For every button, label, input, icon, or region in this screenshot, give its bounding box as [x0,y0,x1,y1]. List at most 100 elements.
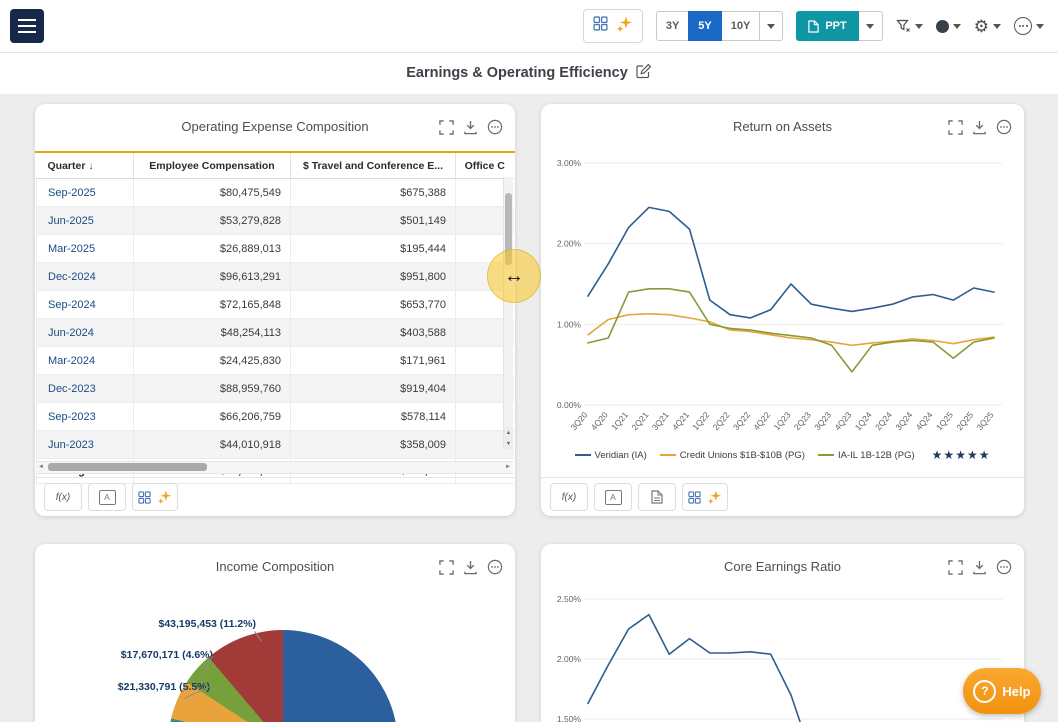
edit-title-button[interactable] [636,63,652,84]
line-chart-svg: 3.00% 2.00% 1.00% 0.00%3Q20 4Q20 1Q21 2Q21 3Q21… [557,158,1002,433]
chevron-down-icon [952,23,961,29]
table-cell: $53,279,828 [133,206,291,235]
scrollbar-thumb[interactable] [48,463,207,471]
theme-button[interactable] [935,19,961,33]
ai-sparkles-button[interactable] [616,16,633,37]
time-range-5y[interactable]: 5Y [688,11,722,41]
legend-item[interactable]: Veridian (IA) [574,450,647,461]
question-icon: ? [973,679,997,703]
expand-icon[interactable] [439,559,454,575]
table-row[interactable]: Sep-2025 $80,475,549 $675,388 [36,178,514,207]
x-tick-label: 1Q21 [609,410,630,433]
card-more-icon[interactable] [996,119,1012,135]
ai-tools-button[interactable] [682,483,728,511]
column-header-travel-conference[interactable]: $ Travel and Conference E... [290,153,456,179]
opex-table: Quarter ↓ Employee Compensation $ Travel … [36,153,514,484]
scroll-right-button[interactable]: ► [503,462,513,472]
download-icon[interactable] [463,120,478,135]
table-cell: $675,388 [290,178,456,207]
more-options-button[interactable] [1014,17,1044,35]
time-range-selector: 3Y 5Y 10Y [655,11,784,41]
time-range-10y[interactable]: 10Y [720,11,761,41]
table-cell: Dec-2024 [36,262,134,291]
card-more-icon[interactable] [487,119,503,135]
y-tick-label: 2.00% [557,654,582,664]
chevron-down-icon [866,23,875,29]
card-actions [439,119,503,135]
ai-tools-button[interactable] [132,483,178,511]
x-tick-label: 3Q22 [731,410,752,433]
y-tick-label: 2.50% [557,594,582,604]
settings-button[interactable]: ⚙ [974,18,1001,35]
roa-line-chart: 3.00% 2.00% 1.00% 0.00% 3Q20 4Q20 1Q21 2Q21 3Q21… [551,150,1014,450]
card-toolbar: f(x) A [541,477,1024,516]
download-icon[interactable] [972,560,987,575]
help-button[interactable]: ? Help [963,668,1041,714]
color-dot-icon [935,19,949,33]
y-tick-label: 1.50% [557,714,582,722]
table-row[interactable]: Mar-2024 $24,425,830 $171,961 [36,346,514,375]
table-row[interactable]: Jun-2024 $48,254,113 $403,588 [36,318,514,347]
formula-tool-button[interactable]: f(x) [44,483,82,511]
formula-tool-button[interactable]: f(x) [550,483,588,511]
table-cell: $48,254,113 [133,318,291,347]
top-toolbar: 3Y 5Y 10Y PPT ⚙ [0,0,1058,53]
expand-icon[interactable] [439,119,454,135]
export-caret-button[interactable] [858,11,883,41]
table-row[interactable]: Sep-2024 $72,165,848 $653,770 [36,290,514,319]
rating-stars: ★★★★★ [931,448,991,462]
card-more-icon[interactable] [487,559,503,575]
resize-cursor-icon: ↔ [504,264,524,287]
scroll-up-button[interactable]: ▲ [504,427,513,438]
report-tool-button[interactable] [638,483,676,511]
x-tick-label: 3Q25 [975,410,996,433]
scroll-down-button[interactable]: ▼ [504,438,513,449]
card-more-icon[interactable] [996,559,1012,575]
annotation-tool-button[interactable]: A [594,483,632,511]
table-cell: $171,961 [290,346,456,375]
menu-button[interactable] [10,9,44,43]
series-line [587,288,995,373]
chevron-down-icon [767,23,776,29]
y-tick-label: 0.00% [557,400,582,410]
table-cell: Jun-2023 [36,430,134,459]
legend-item[interactable]: Credit Unions $1B-$10B (PG) [659,450,805,461]
download-icon[interactable] [463,560,478,575]
ai-tools-group [582,9,643,43]
income-pie-chart [168,630,398,722]
export-ppt-button[interactable]: PPT [796,11,859,41]
card-actions [439,559,503,575]
table-cell: $195,444 [290,234,456,263]
column-header-employee-compensation[interactable]: Employee Compensation [133,153,291,179]
table-row[interactable]: Sep-2023 $66,206,759 $578,114 [36,402,514,431]
horizontal-scrollbar[interactable]: ◄ ► [36,461,513,474]
document-icon [808,19,820,33]
scroll-left-button[interactable]: ◄ [36,462,46,472]
series-line [587,613,801,722]
table-cell: Sep-2023 [36,402,134,431]
table-cell: $88,959,760 [133,374,291,403]
card-operating-expense-composition: Operating Expense Composition Quarter ↓ E… [35,104,515,516]
download-icon[interactable] [972,120,987,135]
x-tick-label: 2Q25 [954,410,975,433]
annotation-tool-button[interactable]: A [88,483,126,511]
time-range-caret-button[interactable] [759,11,784,41]
table-row[interactable]: Jun-2025 $53,279,828 $501,149 [36,206,514,235]
time-range-3y[interactable]: 3Y [655,11,690,41]
expand-icon[interactable] [948,559,963,575]
vertical-scrollbar[interactable]: ▲ ▼ [503,177,513,449]
x-tick-label: 4Q23 [832,410,853,433]
table-row[interactable]: Dec-2023 $88,959,760 $919,404 [36,374,514,403]
table-row[interactable]: Dec-2024 $96,613,291 $951,800 [36,262,514,291]
legend-swatch [659,454,676,456]
table-cell: $653,770 [290,290,456,319]
table-row[interactable]: Mar-2025 $26,889,013 $195,444 [36,234,514,263]
legend-item[interactable]: IA-IL 1B-12B (PG) [817,450,915,461]
table-row[interactable]: Jun-2023 $44,010,918 $358,009 [36,430,514,459]
column-header-quarter[interactable]: Quarter ↓ [36,153,134,179]
column-header-office[interactable]: Office C [455,153,514,179]
filter-button[interactable] [896,19,923,33]
grid-view-button[interactable] [593,16,608,36]
expand-icon[interactable] [948,119,963,135]
chevron-down-icon [1036,23,1044,29]
